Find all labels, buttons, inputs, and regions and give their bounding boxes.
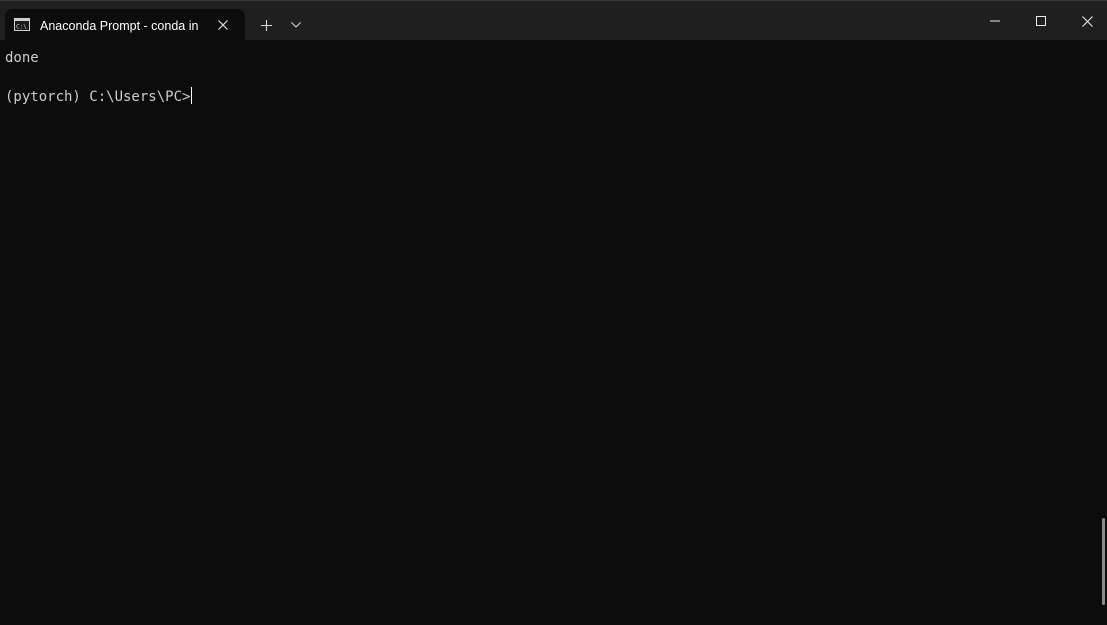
svg-text:C:\: C:\ [16, 24, 27, 31]
tab-dropdown-button[interactable] [286, 15, 306, 35]
terminal-window: C:\ Anaconda Prompt - conda in done (pyt… [0, 0, 1107, 625]
output-line: done [5, 50, 39, 66]
new-tab-button[interactable] [256, 15, 276, 35]
close-icon [1081, 15, 1093, 27]
vertical-scrollbar[interactable] [1100, 40, 1107, 625]
tab-close-icon[interactable] [213, 15, 233, 35]
title-bar[interactable]: C:\ Anaconda Prompt - conda in [0, 0, 1107, 41]
tab-anaconda-prompt[interactable]: C:\ Anaconda Prompt - conda in [5, 9, 245, 41]
scrollbar-thumb[interactable] [1102, 518, 1105, 605]
minimize-icon [990, 20, 1000, 22]
plus-icon [260, 19, 272, 31]
maximize-icon [1036, 16, 1046, 26]
minimize-button[interactable] [972, 1, 1018, 41]
prompt-text: (pytorch) C:\Users\PC> [5, 89, 191, 105]
terminal-output[interactable]: done (pytorch) C:\Users\PC> [0, 40, 1100, 625]
close-window-button[interactable] [1064, 1, 1107, 41]
tab-title: Anaconda Prompt - conda in [40, 19, 199, 33]
chevron-down-icon [291, 22, 301, 28]
maximize-button[interactable] [1018, 1, 1064, 41]
prompt-line: (pytorch) C:\Users\PC> [5, 87, 193, 107]
text-cursor [191, 87, 193, 104]
cmd-icon: C:\ [14, 18, 30, 31]
